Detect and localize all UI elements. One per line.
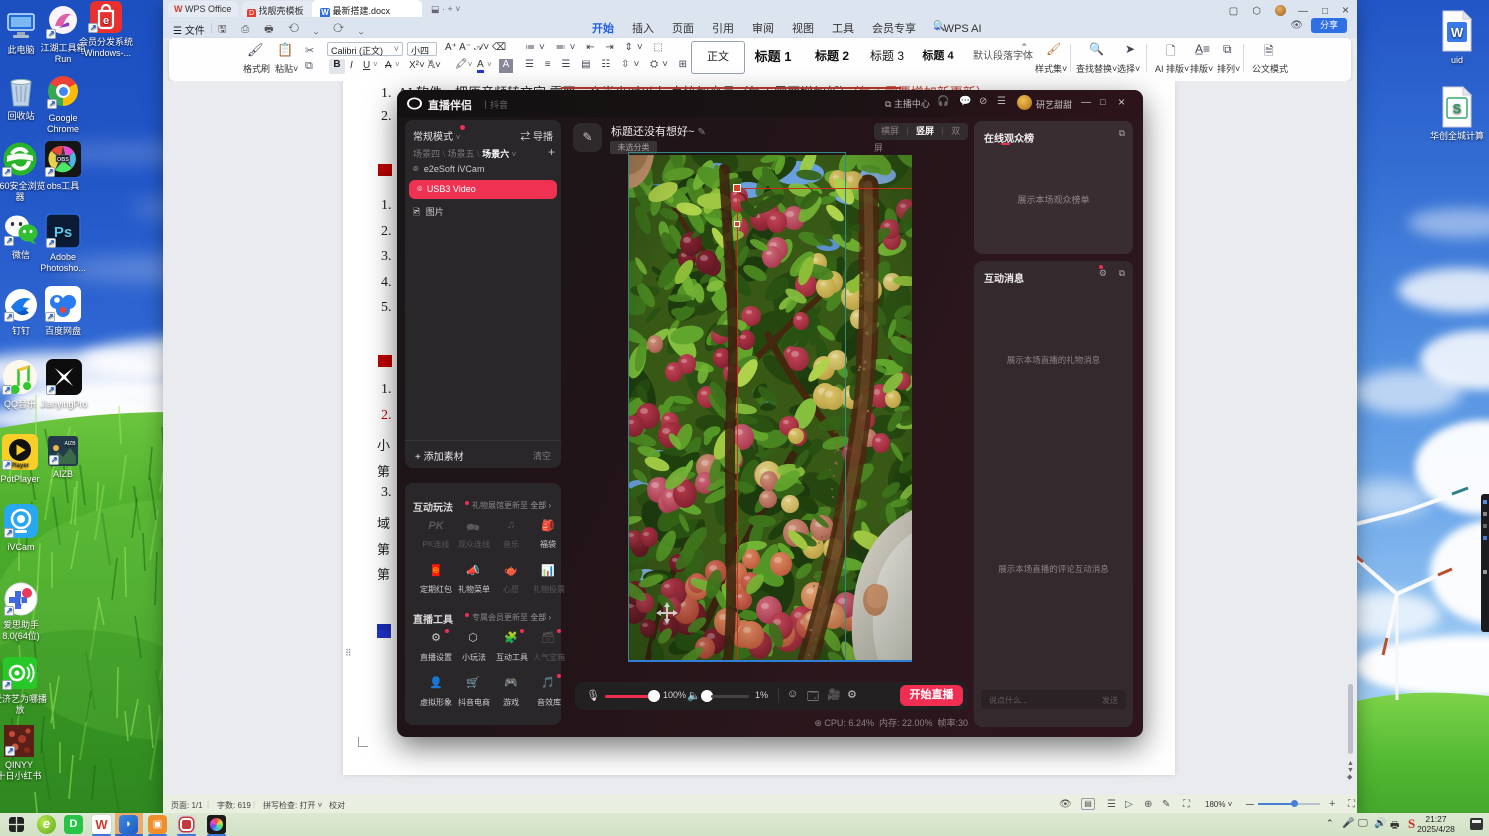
- svg-text:OBS: OBS: [57, 157, 69, 163]
- svg-text:e: e: [103, 15, 109, 27]
- svg-text:W: W: [1451, 25, 1464, 40]
- svg-text:AIZB: AIZB: [64, 441, 76, 447]
- svg-text:S: S: [1453, 101, 1462, 116]
- svg-text:i: i: [20, 596, 23, 606]
- svg-text:Ps: Ps: [54, 224, 72, 241]
